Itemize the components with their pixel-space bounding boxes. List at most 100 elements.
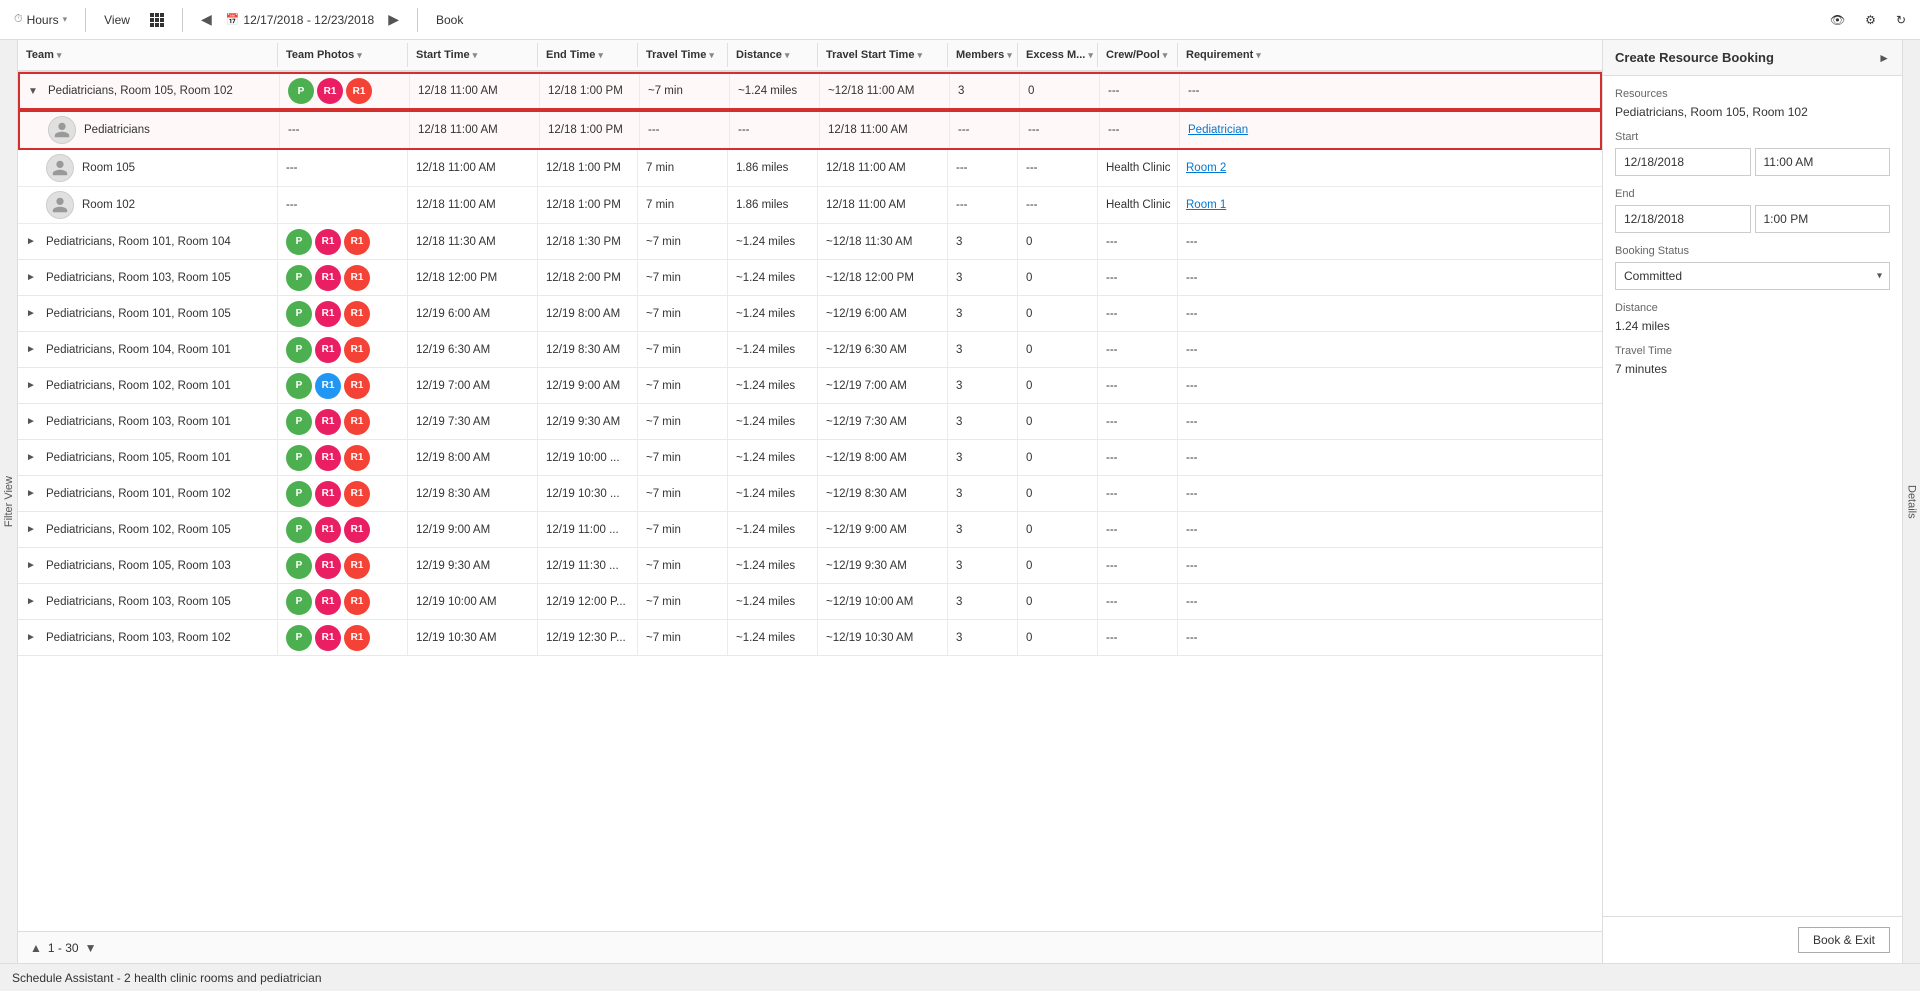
start-time-input[interactable]: [1755, 148, 1891, 176]
excess-child1: ---: [1020, 112, 1100, 148]
table-row[interactable]: ► Pediatricians, Room 101, Room 102 P R1…: [18, 476, 1602, 512]
req-row1: ---: [1180, 74, 1300, 108]
table-row[interactable]: ► Pediatricians, Room 101, Room 104 P R1…: [18, 224, 1602, 260]
expand-btn-row4[interactable]: ►: [26, 308, 40, 319]
expand-btn-row2[interactable]: ►: [26, 236, 40, 247]
eye-btn[interactable]: 👁: [1824, 9, 1851, 31]
main-area: Filter View Team ▾ Team Photos ▾ Start T…: [0, 40, 1920, 963]
filter-view-tab[interactable]: Filter View: [0, 40, 18, 963]
right-panel-expand-btn[interactable]: ►: [1878, 51, 1890, 65]
prev-date-btn[interactable]: ◀: [195, 7, 218, 32]
req-link-child1[interactable]: Pediatrician: [1188, 124, 1248, 136]
next-date-btn[interactable]: ▶: [382, 7, 405, 32]
hours-dropdown[interactable]: ⏱ Hours ▾: [8, 9, 73, 31]
travel-child2: 7 min: [638, 150, 728, 186]
col-distance[interactable]: Distance ▾: [728, 43, 818, 67]
col-travel-start-time[interactable]: Travel Start Time ▾: [818, 43, 948, 67]
avatar-r1-r2a: R1: [315, 229, 341, 255]
req-link-child3[interactable]: Room 1: [1186, 199, 1226, 211]
col-requirement[interactable]: Requirement ▾: [1178, 43, 1298, 67]
table-row[interactable]: ► Pediatricians, Room 102, Room 101 P R1…: [18, 368, 1602, 404]
dist-child2: 1.86 miles: [728, 150, 818, 186]
end-time-row1: 12/18 1:00 PM: [540, 74, 640, 108]
grid-view-btn[interactable]: [144, 9, 170, 31]
expand-btn-row7[interactable]: ►: [26, 416, 40, 427]
page-down-btn[interactable]: ▼: [85, 941, 97, 955]
expand-btn-row12[interactable]: ►: [26, 596, 40, 607]
start-date-input[interactable]: [1615, 148, 1751, 176]
expand-btn-row8[interactable]: ►: [26, 452, 40, 463]
table-row[interactable]: ► ► Pediatricians, Room 104, Room 101 P …: [18, 332, 1602, 368]
distance-field: Distance 1.24 miles: [1615, 302, 1890, 333]
expand-btn-row13[interactable]: ►: [26, 632, 40, 643]
travel-time-label: Travel Time: [1615, 345, 1890, 357]
start-child3: 12/18 11:00 AM: [408, 187, 538, 223]
expand-btn-row10[interactable]: ►: [26, 524, 40, 535]
resources-value: Pediatricians, Room 105, Room 102: [1615, 105, 1890, 119]
table-row[interactable]: Room 102 --- 12/18 11:00 AM 12/18 1:00 P…: [18, 187, 1602, 224]
expand-btn-row3[interactable]: ►: [26, 272, 40, 283]
hours-label: Hours: [27, 13, 59, 27]
book-btn[interactable]: Book: [430, 9, 469, 31]
expand-btn-row11[interactable]: ►: [26, 560, 40, 571]
booking-status-select[interactable]: Committed Tentative Cancelled: [1615, 262, 1890, 290]
end-child3: 12/18 1:00 PM: [538, 187, 638, 223]
booking-status-field: Booking Status Committed Tentative Cance…: [1615, 245, 1890, 290]
expand-btn-row9[interactable]: ►: [26, 488, 40, 499]
col-crew-pool[interactable]: Crew/Pool ▾: [1098, 43, 1178, 67]
col-team[interactable]: Team ▾: [18, 43, 278, 67]
refresh-btn[interactable]: ↻: [1890, 9, 1912, 31]
distance-sort-icon: ▾: [785, 50, 790, 61]
req-link-child2[interactable]: Room 2: [1186, 162, 1226, 174]
team-cell-group1: ▼ Pediatricians, Room 105, Room 102: [20, 74, 280, 108]
travel-child3: 7 min: [638, 187, 728, 223]
left-indicator: ►: [18, 343, 20, 357]
table-row[interactable]: ► Pediatricians, Room 101, Room 105 P R1…: [18, 296, 1602, 332]
col-end-time[interactable]: End Time ▾: [538, 43, 638, 67]
page-up-btn[interactable]: ▲: [30, 941, 42, 955]
table-row[interactable]: ► Pediatricians, Room 105, Room 103 P R1…: [18, 548, 1602, 584]
end-time-input[interactable]: [1755, 205, 1891, 233]
start-inputs: [1615, 148, 1890, 176]
req-child2[interactable]: Room 2: [1178, 150, 1298, 186]
distance-row1: ~1.24 miles: [730, 74, 820, 108]
table-row[interactable]: ► Pediatricians, Room 105, Room 101 P R1…: [18, 440, 1602, 476]
start-time-row1: 12/18 11:00 AM: [410, 74, 540, 108]
col-start-time[interactable]: Start Time ▾: [408, 43, 538, 67]
avatar-p: P: [288, 78, 314, 104]
table-row[interactable]: ► Pediatricians, Room 103, Room 102 P R1…: [18, 620, 1602, 656]
req-child1[interactable]: Pediatrician: [1180, 112, 1300, 148]
details-tab[interactable]: Details: [1902, 40, 1920, 963]
distance-value: 1.24 miles: [1615, 319, 1890, 333]
end-date-input[interactable]: [1615, 205, 1751, 233]
team-sort-icon: ▾: [57, 50, 62, 61]
booking-status-wrap: Committed Tentative Cancelled: [1615, 262, 1890, 290]
book-exit-btn[interactable]: Book & Exit: [1798, 927, 1890, 953]
col-members[interactable]: Members ▾: [948, 43, 1018, 67]
table-row[interactable]: Pediatricians --- 12/18 11:00 AM 12/18 1…: [18, 110, 1602, 150]
table-row[interactable]: ▼ Pediatricians, Room 105, Room 102 P R1…: [18, 72, 1602, 110]
avatars-child1: ---: [280, 112, 410, 148]
expand-btn-row6[interactable]: ►: [26, 380, 40, 391]
table-row[interactable]: Room 105 --- 12/18 11:00 AM 12/18 1:00 P…: [18, 150, 1602, 187]
expand-btn-row5[interactable]: ►: [26, 344, 40, 355]
settings-btn[interactable]: ⚙: [1859, 9, 1882, 31]
avatars-child2: ---: [278, 150, 408, 186]
table-row[interactable]: ► Pediatricians, Room 103, Room 105 P R1…: [18, 584, 1602, 620]
table-row[interactable]: ► Pediatricians, Room 102, Room 105 P R1…: [18, 512, 1602, 548]
req-child3[interactable]: Room 1: [1178, 187, 1298, 223]
crew-row1: ---: [1100, 74, 1180, 108]
col-travel-time[interactable]: Travel Time ▾: [638, 43, 728, 67]
avatar-r1-red: R1: [346, 78, 372, 104]
col-excess-m[interactable]: Excess M... ▾: [1018, 43, 1098, 67]
start-field: Start: [1615, 131, 1890, 176]
view-dropdown[interactable]: View: [98, 9, 136, 31]
table-row[interactable]: ► Pediatricians, Room 103, Room 105 P R1…: [18, 260, 1602, 296]
table-row[interactable]: ► Pediatricians, Room 103, Room 101 P R1…: [18, 404, 1602, 440]
crew-child1: ---: [1100, 112, 1180, 148]
crew-sort-icon: ▾: [1163, 50, 1168, 61]
distance-label: Distance: [1615, 302, 1890, 314]
expand-btn-row1[interactable]: ▼: [28, 86, 42, 97]
col-team-photos[interactable]: Team Photos ▾: [278, 43, 408, 67]
end-label: End: [1615, 188, 1890, 200]
